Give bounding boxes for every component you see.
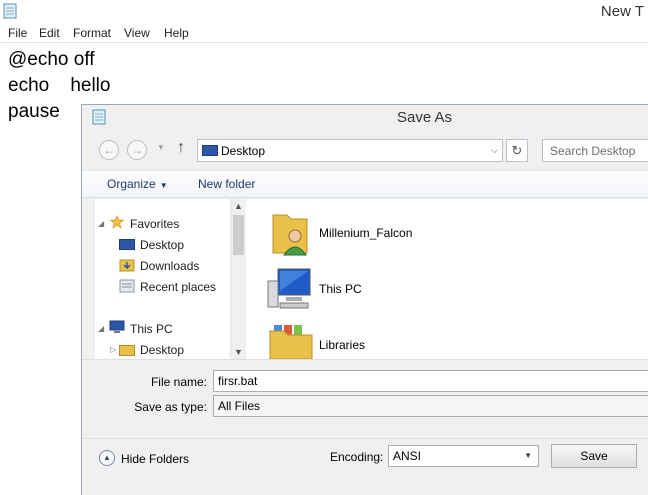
computer-icon [267, 268, 311, 309]
save-as-dialog: Save As ← → ▼ ↑ Desktop ⌵ ↻ Search Deskt… [81, 104, 648, 495]
search-input[interactable]: Search Desktop [542, 139, 648, 162]
recent-places-icon [119, 279, 135, 293]
file-name-label: File name: [150, 375, 207, 389]
tree-item-desktop[interactable]: Desktop [140, 238, 184, 252]
menu-edit[interactable]: Edit [39, 25, 60, 41]
notepad-titlebar: New T [0, 0, 648, 23]
tree-item-this-pc-desktop[interactable]: Desktop [140, 343, 184, 357]
collapsed-arrow-icon[interactable]: ▷ [110, 345, 116, 354]
file-label: Millenium_Falcon [319, 226, 413, 240]
save-as-type-label: Save as type: [134, 400, 207, 414]
file-label: Libraries [319, 338, 366, 352]
tree-item-favorites[interactable]: Favorites [130, 217, 179, 231]
window-title: New T [600, 3, 644, 20]
scroll-down-icon[interactable]: ▼ [231, 345, 246, 359]
encoding-label: Encoding: [330, 450, 384, 464]
tree-item-this-pc[interactable]: This PC [130, 322, 173, 336]
chevron-up-icon: ▲ [99, 450, 115, 466]
encoding-select[interactable]: ANSI ▼ [388, 445, 539, 467]
libraries-folder-icon [269, 325, 313, 359]
file-label: This PC [319, 282, 362, 296]
organize-button[interactable]: Organize ▼ [107, 177, 168, 191]
hide-folders-button[interactable]: ▲ Hide Folders [99, 450, 199, 470]
star-icon [109, 215, 125, 229]
command-bar: Organize ▼ New folder [82, 170, 648, 198]
scroll-thumb[interactable] [233, 215, 244, 255]
folder-icon [119, 345, 135, 356]
dialog-titlebar: Save As [82, 105, 648, 131]
desktop-icon [119, 239, 135, 250]
file-list: Millenium_Falcon This PC Libraries [246, 199, 648, 359]
address-bar[interactable]: Desktop ⌵ [197, 139, 503, 162]
navigation-pane: ◢ Favorites Desktop Downloads Recent pla… [95, 199, 245, 359]
recent-locations-chevron-icon[interactable]: ▼ [157, 143, 165, 152]
editor-line-3: pause [8, 101, 60, 122]
file-name-value: firsr.bat [218, 374, 258, 388]
menu-format[interactable]: Format [73, 25, 111, 41]
notepad-icon [92, 109, 106, 125]
search-placeholder: Search Desktop [550, 144, 636, 158]
editor-line-2: echo hello [8, 75, 111, 96]
address-text: Desktop [221, 144, 266, 158]
save-as-type-select[interactable]: All Files [213, 395, 648, 417]
new-folder-button[interactable]: New folder [198, 177, 255, 191]
tree-item-downloads[interactable]: Downloads [140, 259, 199, 273]
dialog-title: Save As [397, 109, 453, 126]
nav-scrollbar[interactable]: ▲ ▼ [230, 199, 245, 359]
user-folder-icon [272, 214, 308, 256]
downloads-folder-icon [119, 259, 135, 272]
dialog-bottom-panel: File name: firsr.bat Save as type: All F… [82, 359, 648, 495]
back-arrow-icon[interactable]: ← [99, 140, 119, 160]
expand-arrow-icon[interactable]: ◢ [98, 219, 104, 228]
separator [82, 438, 648, 439]
tree-item-recent-places[interactable]: Recent places [140, 280, 216, 294]
up-arrow-icon[interactable]: ↑ [177, 139, 185, 157]
menu-view[interactable]: View [124, 25, 150, 41]
chevron-down-icon: ▼ [524, 451, 532, 460]
file-name-input[interactable]: firsr.bat [213, 370, 648, 392]
file-item[interactable]: Millenium_Falcon [264, 209, 564, 259]
desktop-icon [202, 145, 218, 156]
hide-folders-label: Hide Folders [121, 452, 190, 466]
file-item[interactable]: This PC [264, 265, 564, 315]
chevron-down-icon: ▼ [159, 181, 168, 190]
menu-file[interactable]: File [8, 25, 27, 41]
chevron-down-icon[interactable]: ⌵ [491, 145, 498, 156]
computer-icon [109, 320, 125, 333]
scroll-up-icon[interactable]: ▲ [231, 199, 246, 213]
expand-arrow-icon[interactable]: ◢ [98, 324, 104, 333]
menu-help[interactable]: Help [164, 25, 189, 41]
save-as-type-value: All Files [218, 399, 261, 413]
refresh-icon[interactable]: ↻ [506, 139, 528, 162]
encoding-value: ANSI [393, 449, 422, 463]
editor-line-1: @echo off [8, 49, 95, 70]
notepad-icon [3, 3, 17, 19]
forward-arrow-icon[interactable]: → [127, 140, 147, 160]
save-button[interactable]: Save [551, 444, 637, 468]
menu-bar: File Edit Format View Help [0, 23, 648, 43]
